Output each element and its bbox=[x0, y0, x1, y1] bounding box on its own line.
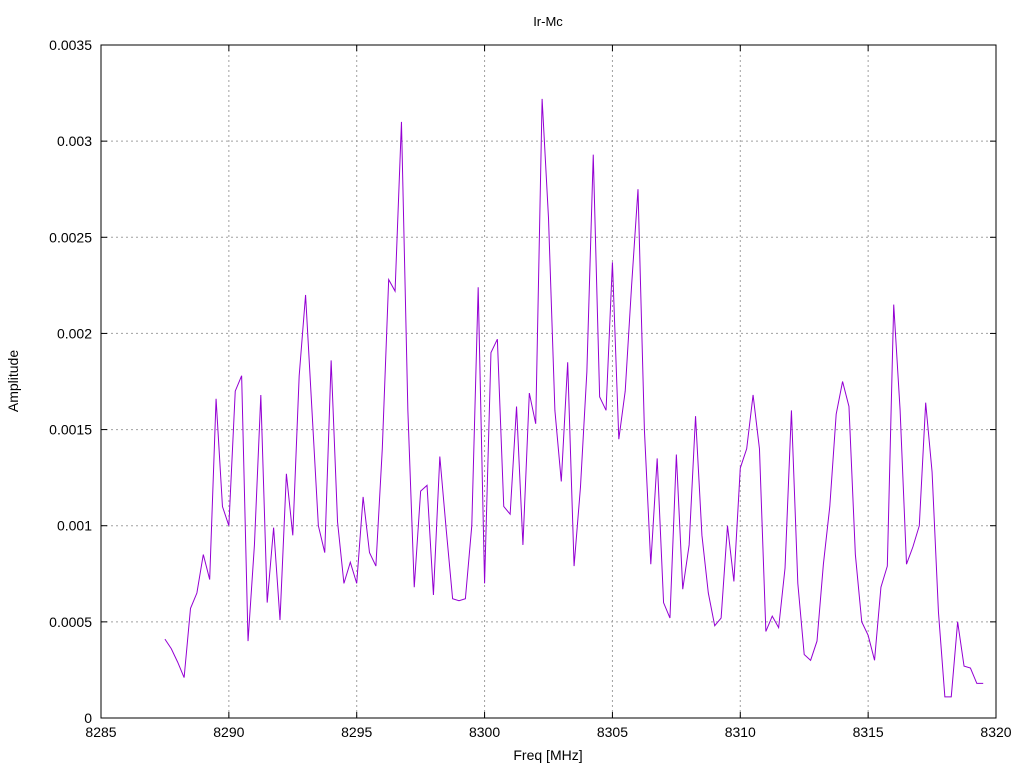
y-tick-label: 0.0015 bbox=[49, 422, 92, 438]
x-tick-label: 8290 bbox=[213, 724, 244, 740]
chart-title: Ir-Mc bbox=[533, 14, 563, 29]
x-tick-label: 8310 bbox=[725, 724, 756, 740]
y-tick-label: 0.0025 bbox=[49, 229, 92, 245]
x-tick-label: 8315 bbox=[853, 724, 884, 740]
y-tick-label: 0.0005 bbox=[49, 614, 92, 630]
y-tick-label: 0 bbox=[84, 710, 92, 726]
x-tick-label: 8305 bbox=[597, 724, 628, 740]
line-chart: 8285 8290 8295 8300 8305 8310 8315 8320 0 0.0005… bbox=[0, 0, 1024, 768]
x-tick-label: 8285 bbox=[85, 724, 116, 740]
y-tick-label: 0.003 bbox=[57, 133, 92, 149]
x-tick-label: 8300 bbox=[469, 724, 500, 740]
y-tick-label: 0.002 bbox=[57, 325, 92, 341]
x-axis-title: Freq [MHz] bbox=[513, 747, 582, 763]
y-tick-label: 0.001 bbox=[57, 518, 92, 534]
y-tick-label: 0.0035 bbox=[49, 37, 92, 53]
y-axis-title: Amplitude bbox=[5, 350, 21, 412]
x-tick-label: 8320 bbox=[980, 724, 1011, 740]
x-tick-label: 8295 bbox=[341, 724, 372, 740]
chart-background bbox=[0, 0, 1024, 768]
